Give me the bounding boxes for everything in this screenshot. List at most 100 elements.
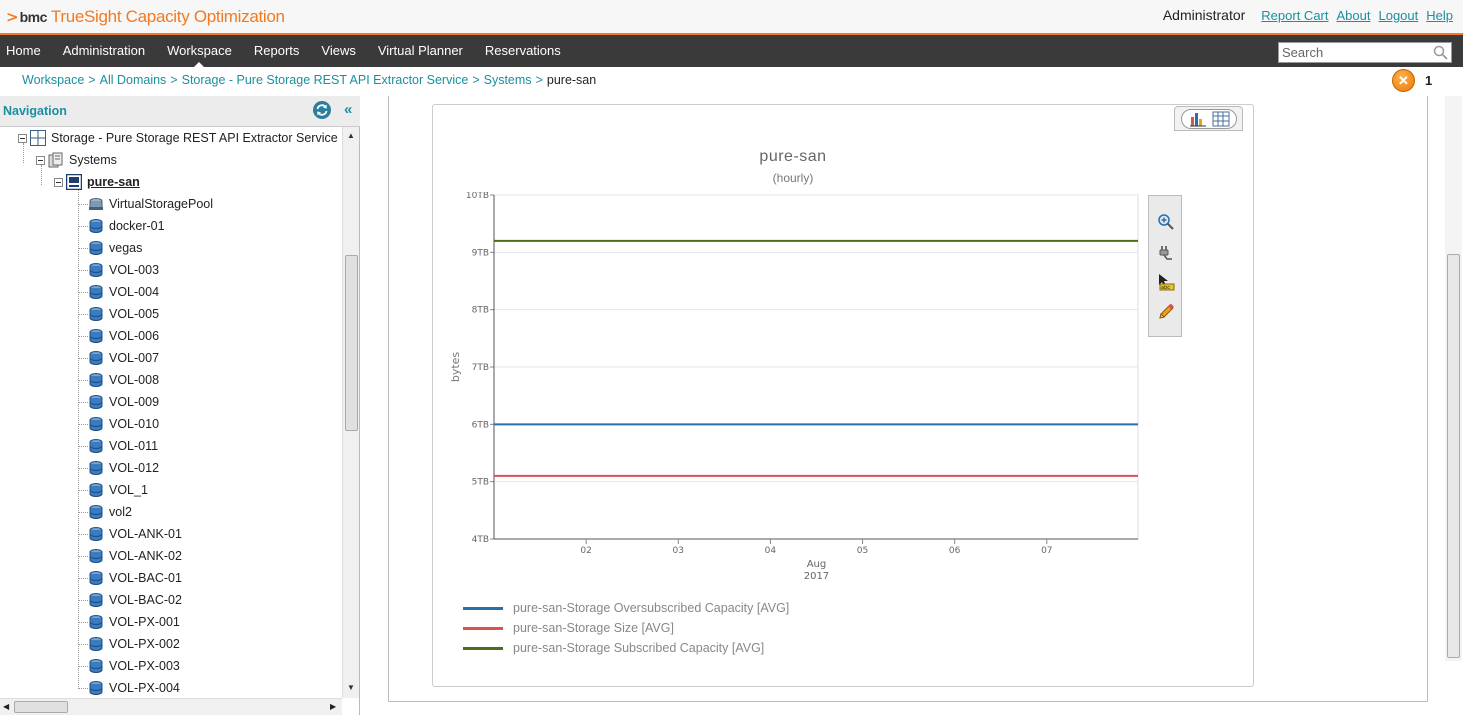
menu-workspace[interactable]: Workspace	[156, 35, 243, 67]
tree-node-system-selected[interactable]: pure-san	[54, 172, 140, 192]
breadcrumb-separator: >	[535, 73, 543, 87]
breadcrumb-all-domains[interactable]: All Domains	[100, 73, 167, 87]
tree-label: VOL-012	[109, 461, 160, 475]
legend-item[interactable]: pure-san-Storage Subscribed Capacity [AV…	[463, 638, 789, 658]
scroll-thumb[interactable]	[1447, 254, 1460, 658]
volume-icon	[89, 483, 103, 497]
tree-node-child[interactable]: VOL-ANK-02	[88, 546, 182, 566]
scroll-thumb[interactable]	[14, 701, 68, 713]
view-toggle-tab	[1174, 106, 1243, 131]
content-frame: pure-san (hourly) 4TB 5TB 6TB 7TB 8TB 9TB 10TB…	[388, 96, 1428, 702]
tree-node-child[interactable]: VOL-ANK-01	[88, 524, 182, 544]
edit-pencil-icon[interactable]	[1157, 303, 1175, 321]
product-name: TrueSight Capacity Optimization	[50, 7, 285, 26]
tree-connector	[78, 358, 88, 359]
y-tick-label: 10TB	[466, 192, 489, 201]
x-tick-label: 06	[949, 546, 961, 556]
tree-node-child[interactable]: vegas	[88, 238, 142, 258]
user-area: Administrator Report Cart About Logout H…	[1163, 7, 1453, 23]
scroll-right-arrow-icon[interactable]: ▶	[330, 702, 336, 711]
volume-icon	[89, 329, 103, 343]
tree-node-child[interactable]: VOL-PX-002	[88, 634, 180, 654]
menu-reservations[interactable]: Reservations	[474, 35, 572, 67]
help-link[interactable]: Help	[1426, 8, 1453, 23]
tree-connector	[78, 187, 79, 687]
breadcrumb-workspace[interactable]: Workspace	[22, 73, 84, 87]
refresh-icon[interactable]	[312, 100, 332, 120]
collapse-toggle-icon[interactable]	[18, 133, 27, 143]
chart-view-icon[interactable]	[1189, 111, 1207, 127]
tree-connector	[78, 622, 88, 623]
product-logo[interactable]: > bmc TrueSight Capacity Optimization	[6, 7, 285, 27]
logout-link[interactable]: Logout	[1378, 8, 1418, 23]
main-content: pure-san (hourly) 4TB 5TB 6TB 7TB 8TB 9TB 10TB…	[361, 96, 1463, 715]
tree-node-child[interactable]: VOL-010	[88, 414, 159, 434]
y-tick-label: 4TB	[472, 535, 489, 545]
search-icon[interactable]	[1433, 45, 1448, 63]
tree-node-child[interactable]: docker-01	[88, 216, 165, 236]
tree-node-child[interactable]: VOL-PX-004	[88, 678, 180, 697]
menu-views[interactable]: Views	[310, 35, 366, 67]
scroll-thumb[interactable]	[345, 255, 358, 431]
tree-node-child[interactable]: VOL-BAC-02	[88, 590, 182, 610]
scroll-up-arrow-icon[interactable]: ▲	[347, 131, 355, 140]
breadcrumb-domain[interactable]: Storage - Pure Storage REST API Extracto…	[182, 73, 469, 87]
legend-item[interactable]: pure-san-Storage Oversubscribed Capacity…	[463, 598, 789, 618]
search-box	[1278, 42, 1452, 63]
tree-node-child[interactable]: VOL-003	[88, 260, 159, 280]
table-view-icon[interactable]	[1212, 111, 1230, 127]
menu-reports[interactable]: Reports	[243, 35, 311, 67]
legend-item[interactable]: pure-san-Storage Size [AVG]	[463, 618, 789, 638]
pan-plug-icon[interactable]	[1157, 243, 1175, 261]
x-tick-label: 07	[1041, 546, 1052, 556]
volume-icon	[89, 637, 103, 651]
tree-node-child[interactable]: VOL-007	[88, 348, 159, 368]
collapse-panel-icon[interactable]: «	[344, 101, 352, 118]
alert-close-icon[interactable]: ✕	[1392, 69, 1415, 92]
tree-node-child[interactable]: VOL_1	[88, 480, 148, 500]
collapse-toggle-icon[interactable]	[54, 177, 63, 187]
tree-label: VOL-ANK-01	[109, 527, 182, 541]
tree-label: VirtualStoragePool	[109, 197, 214, 211]
tree-node-child[interactable]: VOL-BAC-01	[88, 568, 182, 588]
tree-node-child[interactable]: VOL-011	[88, 436, 158, 456]
menu-administration[interactable]: Administration	[52, 35, 156, 67]
content-vertical-scrollbar[interactable]	[1445, 96, 1462, 661]
report-cart-link[interactable]: Report Cart	[1261, 8, 1328, 23]
tree-vertical-scrollbar[interactable]: ▲ ▼	[342, 127, 359, 698]
volume-icon	[89, 681, 103, 695]
about-link[interactable]: About	[1337, 8, 1371, 23]
collapse-toggle-icon[interactable]	[36, 155, 45, 165]
zoom-in-icon[interactable]	[1157, 213, 1175, 231]
tree-node-child[interactable]: VOL-005	[88, 304, 159, 324]
tree-node-child[interactable]: vol2	[88, 502, 132, 522]
tree-node-child[interactable]: VOL-PX-001	[88, 612, 180, 632]
tree-connector	[78, 424, 88, 425]
tree-connector	[78, 556, 88, 557]
tree-connector	[78, 226, 88, 227]
search-input[interactable]	[1279, 43, 1429, 62]
volume-icon	[89, 549, 103, 563]
tree-node-child[interactable]: VOL-012	[88, 458, 159, 478]
tree-node-systems[interactable]: Systems	[36, 150, 117, 170]
volume-icon	[89, 241, 103, 255]
tree-horizontal-scrollbar[interactable]: ◀ ▶	[0, 698, 342, 715]
tree-node-child[interactable]: VOL-006	[88, 326, 159, 346]
scroll-left-arrow-icon[interactable]: ◀	[3, 702, 9, 711]
menu-home[interactable]: Home	[0, 35, 52, 67]
breadcrumb-systems[interactable]: Systems	[484, 73, 532, 87]
chart-legend: pure-san-Storage Oversubscribed Capacity…	[463, 598, 789, 658]
breadcrumb: Workspace > All Domains > Storage - Pure S…	[22, 73, 596, 87]
tree-node-child[interactable]: VOL-PX-003	[88, 656, 180, 676]
tree-node-child[interactable]: VOL-009	[88, 392, 159, 412]
tree-node-domain[interactable]: Storage - Pure Storage REST API Extracto…	[18, 128, 338, 148]
tree-connector	[78, 402, 88, 403]
volume-icon	[89, 461, 103, 475]
scroll-down-arrow-icon[interactable]: ▼	[347, 683, 355, 692]
x-tick-label: 05	[857, 546, 868, 556]
tree-node-child[interactable]: VirtualStoragePool	[88, 194, 213, 214]
label-text-icon[interactable]: abc	[1157, 273, 1175, 291]
menu-virtual-planner[interactable]: Virtual Planner	[367, 35, 474, 67]
tree-node-child[interactable]: VOL-004	[88, 282, 159, 302]
tree-node-child[interactable]: VOL-008	[88, 370, 159, 390]
